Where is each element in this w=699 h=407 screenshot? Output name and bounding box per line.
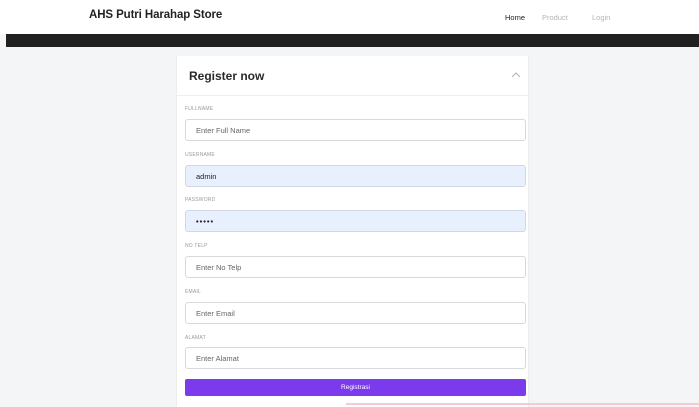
password-label: PASSWORD (185, 197, 216, 203)
fullname-input[interactable] (185, 119, 526, 141)
brand-logo[interactable]: AHS Putri Harahap Store (89, 9, 222, 21)
chevron-up-icon[interactable] (510, 70, 522, 80)
register-button[interactable]: Registrasi (185, 379, 526, 396)
nav-link-home[interactable]: Home (505, 13, 525, 22)
register-card: Register now FULLNAME USERNAME PASSWORD … (176, 56, 529, 407)
no-telp-label: NO TELP (185, 243, 208, 249)
username-input[interactable] (185, 165, 526, 187)
alamat-label: ALAMAT (185, 335, 206, 341)
navbar: AHS Putri Harahap Store Home Product Log… (0, 0, 699, 34)
email-input[interactable] (185, 302, 526, 324)
card-title: Register now (189, 69, 265, 83)
password-input[interactable] (185, 210, 526, 232)
email-label: EMAIL (185, 289, 202, 295)
fullname-label: FULLNAME (185, 106, 214, 112)
nav-link-login[interactable]: Login (592, 13, 610, 22)
card-header: Register now (177, 56, 528, 96)
alamat-input[interactable] (185, 347, 526, 369)
username-label: USERNAME (185, 152, 215, 158)
header-band (6, 34, 699, 47)
no-telp-input[interactable] (185, 256, 526, 278)
bottom-accent-line (346, 403, 699, 405)
nav-link-product[interactable]: Product (542, 13, 568, 22)
